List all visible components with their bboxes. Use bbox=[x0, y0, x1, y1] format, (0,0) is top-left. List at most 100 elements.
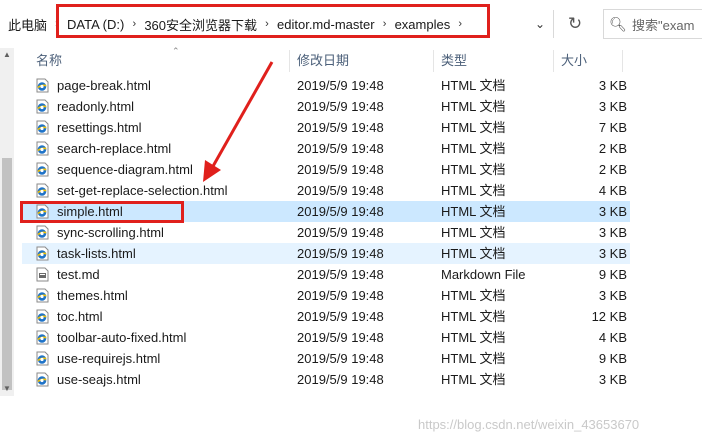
file-name: set-get-replace-selection.html bbox=[57, 183, 228, 198]
file-name: readonly.html bbox=[57, 99, 135, 114]
file-date: 2019/5/9 19:48 bbox=[297, 225, 384, 240]
file-name: toolbar-auto-fixed.html bbox=[57, 330, 187, 345]
column-divider[interactable] bbox=[289, 50, 290, 72]
file-type: HTML 文档 bbox=[441, 372, 506, 387]
file-size: 3 KB bbox=[598, 288, 627, 303]
column-divider[interactable] bbox=[553, 50, 554, 72]
html-file-icon bbox=[36, 330, 49, 345]
file-type: HTML 文档 bbox=[441, 141, 506, 156]
file-row[interactable]: page-break.html 2019/5/9 19:48 HTML 文档 3 KB bbox=[22, 75, 630, 96]
file-date: 2019/5/9 19:48 bbox=[297, 267, 384, 282]
file-row[interactable]: sequence-diagram.html 2019/5/9 19:48 HTML … bbox=[22, 159, 630, 180]
column-divider[interactable] bbox=[433, 50, 434, 72]
file-size: 2 KB bbox=[598, 141, 627, 156]
file-row[interactable]: task-lists.html 2019/5/9 19:48 HTML 文档 3 KB bbox=[22, 243, 630, 264]
file-size: 9 KB bbox=[598, 267, 627, 282]
file-row[interactable]: toc.html 2019/5/9 19:48 HTML 文档 12 KB bbox=[22, 306, 630, 327]
crumb-drive[interactable]: DATA (D:) bbox=[65, 10, 126, 38]
file-date: 2019/5/9 19:48 bbox=[297, 120, 384, 135]
file-date: 2019/5/9 19:48 bbox=[297, 351, 384, 366]
chevron-right-icon[interactable]: › bbox=[259, 18, 275, 30]
html-file-icon bbox=[36, 225, 49, 240]
search-input[interactable]: 🔍︎ 搜索"exam bbox=[603, 9, 702, 39]
file-date: 2019/5/9 19:48 bbox=[297, 246, 384, 261]
html-file-icon bbox=[36, 78, 49, 93]
file-row[interactable]: simple.html 2019/5/9 19:48 HTML 文档 3 KB bbox=[22, 201, 630, 222]
file-size: 3 KB bbox=[598, 204, 627, 219]
file-type: HTML 文档 bbox=[441, 309, 506, 324]
file-row[interactable]: use-seajs.html 2019/5/9 19:48 HTML 文档 3 KB bbox=[22, 369, 630, 390]
file-row[interactable]: toolbar-auto-fixed.html 2019/5/9 19:48 HTM… bbox=[22, 327, 630, 348]
file-row[interactable]: test.md 2019/5/9 19:48 Markdown File 9 KB bbox=[22, 264, 630, 285]
file-row[interactable]: set-get-replace-selection.html 2019/5/9 1… bbox=[22, 180, 630, 201]
file-type: HTML 文档 bbox=[441, 225, 506, 240]
file-type: HTML 文档 bbox=[441, 204, 506, 219]
crumb-this-pc[interactable]: 此电脑 bbox=[6, 10, 49, 38]
crumb-editor-md[interactable]: editor.md-master bbox=[275, 10, 377, 38]
crumb-downloads[interactable]: 360安全浏览器下载 bbox=[142, 10, 259, 38]
chevron-right-icon[interactable]: › bbox=[49, 18, 65, 30]
file-row[interactable]: resettings.html 2019/5/9 19:48 HTML 文档 7 KB bbox=[22, 117, 630, 138]
file-name: simple.html bbox=[57, 204, 123, 219]
file-row[interactable]: search-replace.html 2019/5/9 19:48 HTML 文档… bbox=[22, 138, 630, 159]
file-name: use-seajs.html bbox=[57, 372, 141, 387]
address-bar-row: 此电脑 › DATA (D:) › 360安全浏览器下载 › editor.md… bbox=[0, 0, 702, 48]
html-file-icon bbox=[36, 162, 49, 177]
html-file-icon bbox=[36, 120, 49, 135]
chevron-right-icon[interactable]: › bbox=[377, 18, 393, 30]
file-size: 3 KB bbox=[598, 78, 627, 93]
column-header: ⌃ 名称 修改日期 类型 大小 bbox=[14, 46, 702, 74]
column-name[interactable]: 名称 bbox=[36, 48, 62, 74]
html-file-icon bbox=[36, 141, 49, 156]
file-name: resettings.html bbox=[57, 120, 142, 135]
html-file-icon bbox=[36, 246, 49, 261]
divider bbox=[553, 10, 554, 38]
column-divider[interactable] bbox=[622, 50, 623, 72]
file-date: 2019/5/9 19:48 bbox=[297, 162, 384, 177]
column-type[interactable]: 类型 bbox=[441, 48, 467, 74]
file-size: 3 KB bbox=[598, 225, 627, 240]
file-name: toc.html bbox=[57, 309, 103, 324]
file-type: Markdown File bbox=[441, 267, 526, 282]
chevron-right-icon[interactable]: › bbox=[452, 18, 468, 30]
file-date: 2019/5/9 19:48 bbox=[297, 141, 384, 156]
file-date: 2019/5/9 19:48 bbox=[297, 99, 384, 114]
crumb-examples[interactable]: examples bbox=[393, 10, 453, 38]
html-file-icon bbox=[36, 99, 49, 114]
file-date: 2019/5/9 19:48 bbox=[297, 309, 384, 324]
file-list: ▲ ▼ ⌃ 名称 修改日期 类型 大小 page-break.html 2019/… bbox=[0, 46, 702, 432]
breadcrumb[interactable]: 此电脑 › DATA (D:) › 360安全浏览器下载 › editor.md… bbox=[0, 5, 590, 43]
file-name: task-lists.html bbox=[57, 246, 136, 261]
file-row[interactable]: readonly.html 2019/5/9 19:48 HTML 文档 3 KB bbox=[22, 96, 630, 117]
file-date: 2019/5/9 19:48 bbox=[297, 78, 384, 93]
file-size: 3 KB bbox=[598, 372, 627, 387]
file-size: 2 KB bbox=[598, 162, 627, 177]
file-name: page-break.html bbox=[57, 78, 151, 93]
file-size: 4 KB bbox=[598, 330, 627, 345]
html-file-icon bbox=[36, 351, 49, 366]
scroll-thumb[interactable] bbox=[2, 158, 12, 390]
file-type: HTML 文档 bbox=[441, 351, 506, 366]
sort-caret-icon: ⌃ bbox=[172, 46, 180, 56]
file-size: 3 KB bbox=[598, 246, 627, 261]
file-size: 3 KB bbox=[598, 99, 627, 114]
crumb-label: 此电脑 bbox=[8, 17, 48, 33]
scroll-down-icon[interactable]: ▼ bbox=[0, 382, 14, 396]
refresh-button[interactable]: ↻ bbox=[558, 12, 592, 36]
file-row[interactable]: sync-scrolling.html 2019/5/9 19:48 HTML 文档… bbox=[22, 222, 630, 243]
html-file-icon bbox=[36, 288, 49, 303]
scroll-up-icon[interactable]: ▲ bbox=[0, 48, 14, 62]
file-type: HTML 文档 bbox=[441, 246, 506, 261]
watermark: https://blog.csdn.net/weixin_43653670 bbox=[418, 417, 640, 432]
vertical-scrollbar[interactable]: ▲ ▼ bbox=[0, 48, 14, 396]
file-row[interactable]: themes.html 2019/5/9 19:48 HTML 文档 3 KB bbox=[22, 285, 630, 306]
column-date[interactable]: 修改日期 bbox=[297, 48, 349, 74]
file-size: 9 KB bbox=[598, 351, 627, 366]
chevron-right-icon[interactable]: › bbox=[126, 18, 142, 30]
file-type: HTML 文档 bbox=[441, 120, 506, 135]
column-size[interactable]: 大小 bbox=[561, 48, 587, 74]
crumb-label: DATA (D:) bbox=[67, 16, 125, 32]
file-row[interactable]: use-requirejs.html 2019/5/9 19:48 HTML 文档 9… bbox=[22, 348, 630, 369]
chevron-down-icon[interactable]: ⌄ bbox=[532, 16, 548, 32]
html-file-icon bbox=[36, 204, 49, 219]
